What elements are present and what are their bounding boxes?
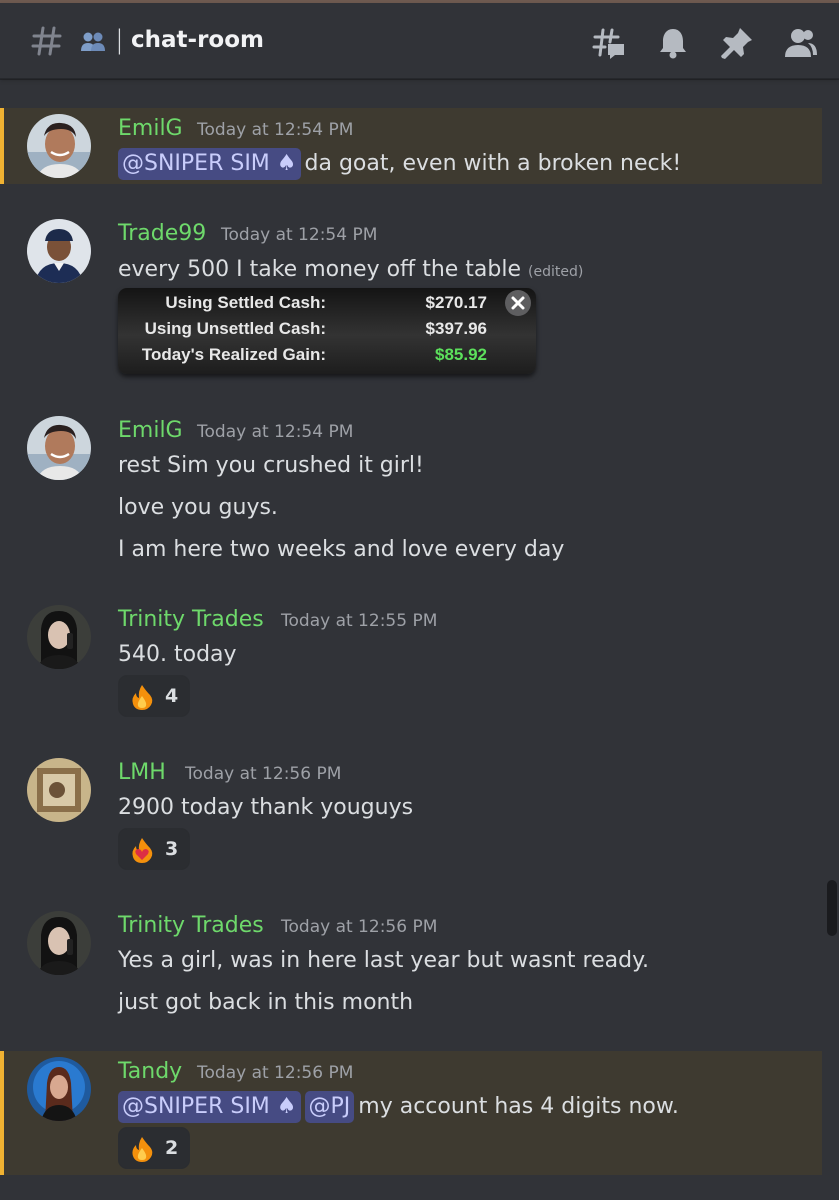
message-text: 2900 today thank youguys	[118, 795, 414, 820]
attachment-value: $270.17	[425, 293, 487, 312]
reaction-fire[interactable]: 4	[118, 675, 190, 717]
attachment-row: Today's Realized Gain: $85.92	[118, 343, 536, 369]
reaction-count: 4	[165, 685, 179, 707]
avatar[interactable]	[27, 416, 91, 480]
username[interactable]: EmilG	[118, 116, 183, 141]
message-text: 540. today	[118, 642, 237, 667]
message-tandy-mention[interactable]: Tandy Today at 12:56 PM @SNIPER SIM ♠ @PJ…	[0, 1051, 822, 1175]
avatar[interactable]	[27, 758, 91, 822]
attachment-value: $397.96	[425, 319, 487, 338]
timestamp: Today at 12:54 PM	[197, 120, 354, 140]
timestamp: Today at 12:54 PM	[197, 422, 354, 442]
attachment-row: Using Unsettled Cash: $397.96	[118, 317, 536, 343]
edited-label: (edited)	[528, 264, 584, 280]
avatar[interactable]	[27, 911, 91, 975]
attachment-label: Using Settled Cash:	[165, 293, 326, 312]
message-text: love you guys.	[118, 495, 278, 520]
message-text: every 500 I take money off the table	[118, 257, 522, 282]
message-text: rest Sim you crushed it girl!	[118, 453, 424, 478]
timestamp: Today at 12:56 PM	[197, 1063, 354, 1083]
message-content: @SNIPER SIM ♠ da goat, even with a broken…	[118, 148, 681, 180]
channel-header: | chat-room	[0, 3, 839, 79]
avatar[interactable]	[27, 605, 91, 669]
reaction-fire[interactable]: 2	[118, 1127, 190, 1169]
timestamp: Today at 12:54 PM	[221, 225, 378, 245]
username[interactable]: Trinity Trades	[118, 913, 264, 938]
close-icon[interactable]	[505, 290, 531, 316]
message-text: Yes a girl, was in here last year but wa…	[118, 948, 649, 973]
timestamp: Today at 12:55 PM	[281, 611, 438, 631]
username[interactable]: EmilG	[118, 418, 183, 443]
message-text: just got back in this month	[118, 990, 414, 1015]
user-mention-chip[interactable]: @PJ	[304, 1091, 355, 1123]
threads-icon[interactable]	[591, 25, 627, 61]
message-text: I am here two weeks and love every day	[118, 537, 565, 562]
user-mention-chip[interactable]: @SNIPER SIM ♠	[118, 1091, 301, 1123]
attachment-value: $85.92	[435, 345, 487, 364]
attachment-label: Today's Realized Gain:	[141, 345, 326, 364]
channel-name: chat-room	[131, 27, 264, 53]
timestamp: Today at 12:56 PM	[185, 764, 342, 784]
attachment-label: Using Unsettled Cash:	[144, 319, 326, 338]
avatar[interactable]	[27, 114, 91, 178]
timestamp: Today at 12:56 PM	[281, 917, 438, 937]
avatar[interactable]	[27, 1057, 91, 1121]
reaction-count: 3	[165, 838, 179, 860]
hash-icon	[31, 26, 62, 56]
bell-icon[interactable]	[655, 25, 691, 61]
message-text: da goat, even with a broken neck!	[304, 151, 682, 176]
username[interactable]: Trinity Trades	[118, 607, 264, 632]
message-content: @SNIPER SIM ♠ @PJ my account has 4 digits …	[118, 1091, 679, 1123]
fire-heart-icon	[132, 838, 153, 863]
username[interactable]: Trade99	[118, 221, 206, 246]
message-emilg-mention[interactable]: EmilG Today at 12:54 PM @SNIPER SIM ♠ da …	[0, 108, 822, 184]
member-list-icon[interactable]	[783, 25, 819, 61]
message-content: every 500 I take money off the table (ed…	[118, 257, 583, 282]
username[interactable]: LMH	[118, 760, 166, 785]
image-attachment[interactable]: Using Settled Cash: $270.17 Using Unsett…	[118, 288, 536, 374]
pin-icon[interactable]	[719, 25, 755, 61]
scrollbar-thumb[interactable]	[827, 880, 837, 936]
header-separator: |	[115, 25, 124, 55]
reaction-fire-heart[interactable]: 3	[118, 828, 190, 870]
user-mention-chip[interactable]: @SNIPER SIM ♠	[118, 148, 301, 180]
members-icon	[81, 32, 105, 51]
avatar[interactable]	[27, 219, 91, 283]
message-text: my account has 4 digits now.	[358, 1094, 679, 1119]
fire-icon	[132, 1137, 153, 1162]
username[interactable]: Tandy	[118, 1059, 182, 1084]
attachment-row: Using Settled Cash: $270.17	[118, 291, 536, 317]
fire-icon	[132, 685, 153, 710]
reaction-count: 2	[165, 1137, 179, 1159]
